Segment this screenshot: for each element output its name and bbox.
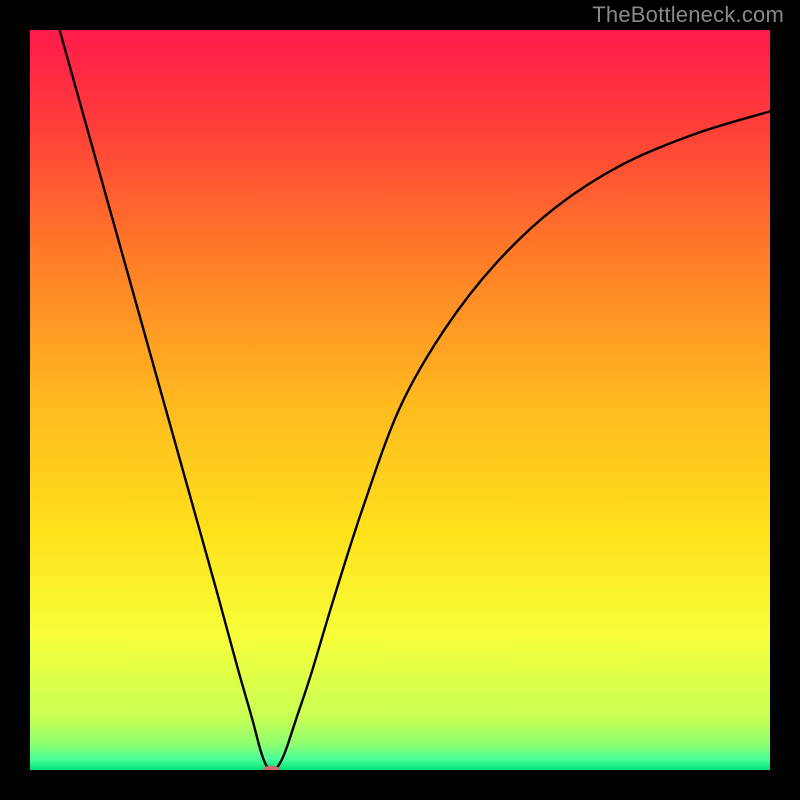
gradient-background xyxy=(30,30,770,770)
chart-frame: TheBottleneck.com xyxy=(0,0,800,800)
chart-svg xyxy=(30,30,770,770)
plot-area xyxy=(30,30,770,770)
watermark-label: TheBottleneck.com xyxy=(592,2,784,28)
